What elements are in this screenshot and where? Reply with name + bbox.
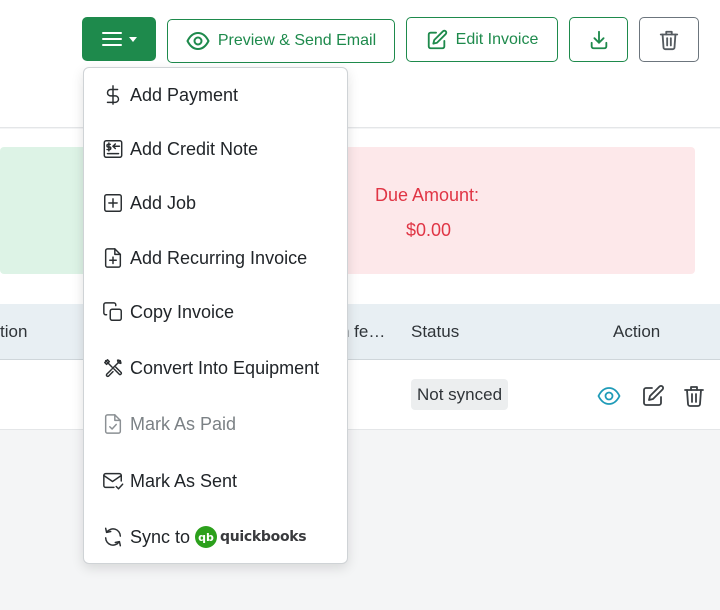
dollar-icon [102,84,124,106]
edit-icon [427,29,447,49]
menu-item-add-job[interactable]: Add Job [84,183,347,223]
menu-item-copy-invoice[interactable]: Copy Invoice [84,292,347,332]
menu-item-label: Add Recurring Invoice [130,247,308,268]
quickbooks-logo-mark: qb [195,526,218,548]
due-amount-value: $0.00 [406,220,452,240]
preview-send-email-button[interactable]: Preview & Send Email [167,19,395,63]
file-check-icon [102,413,124,435]
column-header-partial: tion [0,322,28,341]
edit-invoice-button[interactable]: Edit Invoice [406,17,558,62]
sync-icon [102,526,124,548]
column-header-status: Status [411,322,460,341]
menu-item-label: Mark As Sent [130,470,238,491]
file-plus-icon [102,247,124,269]
mail-check-icon [102,470,124,492]
caret-down-icon [129,36,137,42]
due-amount-card: Due Amount: $0.00 [300,147,695,274]
preview-send-email-label: Preview & Send Email [217,32,377,49]
menu-item-add-credit-note[interactable]: Add Credit Note [84,129,347,169]
menu-item-convert-into-equipment[interactable]: Convert Into Equipment [84,348,347,388]
menu-item-add-recurring-invoice[interactable]: Add Recurring Invoice [84,238,347,278]
download-icon [590,30,607,49]
menu-item-label: Copy Invoice [130,301,235,322]
hamburger-icon [102,32,122,46]
edit-invoice-label: Edit Invoice [455,30,539,48]
more-actions-dropdown: Add Payment Add Credit Note Add Job Add … [83,67,348,564]
menu-item-label: Convert Into Equipment [130,357,320,378]
due-amount-label: Due Amount: [375,185,480,205]
menu-item-add-payment[interactable]: Add Payment [84,75,347,115]
menu-item-sync-to-quickbooks[interactable]: Sync to qb quickbooks [84,517,347,557]
download-button[interactable] [569,17,628,62]
menu-item-label: Add Job [130,192,197,213]
menu-item-label: Mark As Paid [130,413,237,434]
quickbooks-logo: qb quickbooks [195,526,307,548]
eye-icon [186,32,210,50]
column-header-action: Action [613,322,661,341]
delete-invoice-button[interactable] [639,17,699,62]
menu-item-label: Add Payment [130,84,239,105]
trash-icon [659,30,679,50]
tools-icon [102,357,124,379]
credit-note-icon [102,138,124,160]
menu-item-label: Add Credit Note [130,138,259,159]
status-badge: Not synced [411,379,509,410]
edit-row-icon[interactable] [641,384,665,408]
menu-item-label: Sync to [130,526,191,547]
menu-item-mark-as-sent[interactable]: Mark As Sent [84,461,347,501]
menu-item-mark-as-paid[interactable]: Mark As Paid [84,404,347,444]
plus-square-icon [102,192,124,214]
view-icon[interactable] [597,384,621,408]
quickbooks-logo-text: quickbooks [220,529,307,545]
delete-row-icon[interactable] [682,384,706,408]
more-actions-menu-button[interactable] [82,17,156,61]
copy-icon [102,301,124,323]
